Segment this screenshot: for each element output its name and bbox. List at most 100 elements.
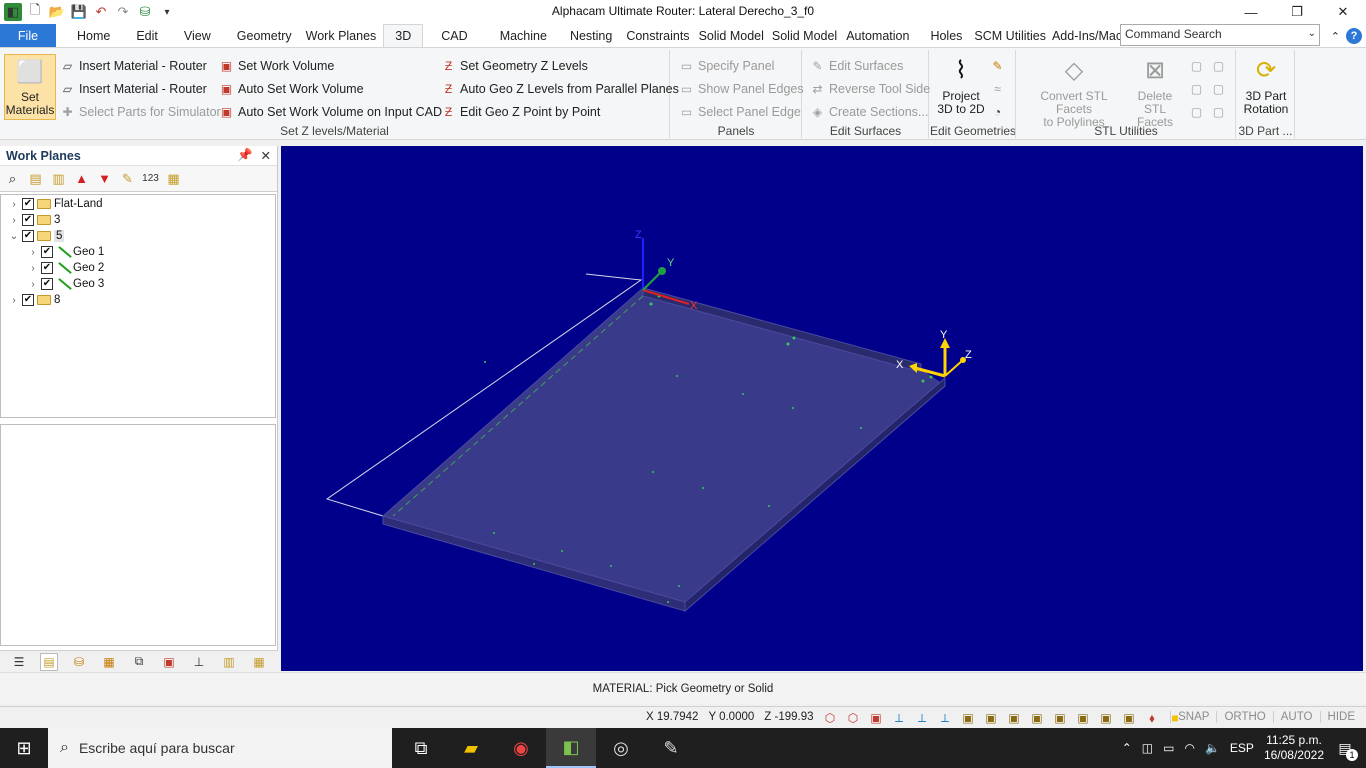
tab-solid-model-2[interactable]: Solid Model xyxy=(768,24,841,47)
tab-file[interactable]: File xyxy=(0,24,56,47)
pin-icon[interactable]: 📌 xyxy=(237,148,253,163)
save-icon[interactable]: 💾 xyxy=(70,3,88,21)
auto-set-work-volume-button[interactable]: ▣ Auto Set Work Volume xyxy=(219,81,364,96)
view-top-icon[interactable]: ⬡ xyxy=(845,710,861,726)
command-search-input[interactable]: Command Search ⌄ xyxy=(1120,24,1320,46)
close-icon[interactable]: ✕ xyxy=(261,148,271,163)
chrome-icon[interactable]: ◉ xyxy=(496,728,546,768)
specify-panel-button[interactable]: ▭ Specify Panel xyxy=(679,58,775,73)
meet-icon[interactable]: ◫ xyxy=(1142,741,1153,755)
tab-holes[interactable]: Holes xyxy=(921,24,971,47)
project-manager-tab-icon[interactable]: ☰ xyxy=(10,653,28,671)
nesting-tab-icon[interactable]: ▦ xyxy=(250,653,268,671)
tab-view[interactable]: View xyxy=(171,24,224,47)
new-icon[interactable]: 🗋 xyxy=(26,2,44,21)
tree-node[interactable]: › ✔ Flat-Land xyxy=(9,196,103,212)
edit-geo-icon-1[interactable]: ✎ xyxy=(990,58,1005,73)
edit-surfaces-button[interactable]: ✎ Edit Surfaces xyxy=(810,58,903,73)
expand-icon[interactable]: › xyxy=(28,279,38,290)
tab-3d[interactable]: 3D xyxy=(383,24,424,47)
notifications-icon[interactable]: ▤ 1 xyxy=(1334,737,1358,761)
project-3d-to-2d-button[interactable]: ⌇ Project 3D to 2D xyxy=(936,54,986,116)
battery-icon[interactable]: ▭ xyxy=(1163,741,1174,755)
insert-material-router-button[interactable]: ▱ Insert Material - Router xyxy=(60,58,207,73)
expand-icon[interactable]: › xyxy=(28,247,38,258)
select-panel-edge-button[interactable]: ▭ Select Panel Edge xyxy=(679,104,801,119)
auto-toggle[interactable]: AUTO xyxy=(1272,711,1320,723)
create-sections-button[interactable]: ◈ Create Sections... xyxy=(810,104,928,119)
tab-edit[interactable]: Edit xyxy=(123,24,171,47)
expand-icon[interactable]: › xyxy=(9,199,19,210)
checkbox[interactable]: ✔ xyxy=(22,294,34,306)
chevron-up-icon[interactable]: ⌃ xyxy=(1122,741,1132,755)
task-view-icon[interactable]: ⧉ xyxy=(396,728,446,768)
windows-start-icon[interactable]: ⊞ xyxy=(0,728,48,768)
hide-toggle[interactable]: HIDE xyxy=(1319,711,1362,723)
tab-cad[interactable]: CAD xyxy=(423,24,485,47)
work-planes-tab-icon[interactable]: ▤ xyxy=(40,652,58,671)
tab-nesting[interactable]: Nesting xyxy=(561,24,621,47)
tab-constraints[interactable]: Constraints xyxy=(621,24,694,47)
tab-automation[interactable]: Automation xyxy=(841,24,921,47)
cube-back-icon[interactable]: ▣ xyxy=(983,710,999,726)
cube-front-icon[interactable]: ▣ xyxy=(960,710,976,726)
tree-node[interactable]: › ✔ Geo 2 xyxy=(28,260,104,276)
checkbox[interactable]: ✔ xyxy=(22,230,34,242)
minimize-button[interactable]: — xyxy=(1228,0,1274,24)
view-iso-icon[interactable]: ⬡ xyxy=(822,710,838,726)
tab-solid-model[interactable]: Solid Model xyxy=(695,24,768,47)
sheets-tab-icon[interactable]: ▥ xyxy=(220,653,238,671)
stl-small-icon-2[interactable]: ▢ xyxy=(1211,58,1226,73)
new-workplane-icon[interactable]: ▤ xyxy=(27,170,44,187)
paint-app-icon[interactable]: ✎ xyxy=(646,728,696,768)
layers-tab-icon[interactable]: ▦ xyxy=(100,653,118,671)
checkbox[interactable]: ✔ xyxy=(41,278,53,290)
view-box-icon[interactable]: ▣ xyxy=(868,710,884,726)
tab-home[interactable]: Home xyxy=(56,24,123,47)
axis-zx-icon[interactable]: ⟂ xyxy=(937,710,953,726)
delete-stl-facets-button[interactable]: ⊠ Delete STL Facets xyxy=(1125,54,1185,129)
alphacam-icon[interactable]: ◧ xyxy=(546,728,596,768)
language-indicator[interactable]: ESP xyxy=(1230,741,1254,755)
cube-right-icon[interactable]: ▣ xyxy=(1029,710,1045,726)
tab-machine[interactable]: Machine xyxy=(486,24,561,47)
stl-small-icon-3[interactable]: ▢ xyxy=(1189,81,1204,96)
renumber-icon[interactable]: 123 xyxy=(142,170,159,187)
axis-xy-icon[interactable]: ⟂ xyxy=(891,710,907,726)
tab-scm-utilities[interactable]: SCM Utilities xyxy=(971,24,1049,47)
edit-geo-icon-3[interactable]: ◔ xyxy=(990,104,1005,119)
volume-icon[interactable]: 🔈 xyxy=(1205,741,1220,755)
find-icon[interactable]: ⌕ xyxy=(4,170,21,187)
properties-icon[interactable]: ▦ xyxy=(165,170,182,187)
dropdown-icon[interactable]: ▾ xyxy=(158,3,176,21)
stl-small-icon-6[interactable]: ▢ xyxy=(1211,104,1226,119)
media-app-icon[interactable]: ◎ xyxy=(596,728,646,768)
show-panel-edges-button[interactable]: ▭ Show Panel Edges xyxy=(679,81,804,96)
stl-small-icon-1[interactable]: ▢ xyxy=(1189,58,1204,73)
app-icon[interactable]: ◧ xyxy=(4,3,22,21)
snap-toggle[interactable]: SNAP xyxy=(1170,711,1216,723)
set-materials-button[interactable]: ⬜ Set Materials xyxy=(4,54,56,120)
tree-node[interactable]: › ✔ 3 xyxy=(9,212,60,228)
copy-workplane-icon[interactable]: ▥ xyxy=(50,170,67,187)
open-icon[interactable]: 📂 xyxy=(48,3,66,21)
tree-node[interactable]: ⌄ ✔ 5 xyxy=(9,228,65,244)
shade-icon[interactable]: ⬧ xyxy=(1144,710,1160,726)
stl-small-icon-4[interactable]: ▢ xyxy=(1211,81,1226,96)
cube-top-icon[interactable]: ▣ xyxy=(1052,710,1068,726)
help-icon[interactable]: ? xyxy=(1346,28,1362,44)
redo-icon[interactable]: ↷ xyxy=(114,3,132,21)
attributes-tab-icon[interactable]: ⛁ xyxy=(70,653,88,671)
chevron-up-icon[interactable]: ⌃ xyxy=(1331,30,1340,43)
reverse-tool-side-button[interactable]: ⇄ Reverse Tool Side xyxy=(810,81,930,96)
cube-iso-icon[interactable]: ▣ xyxy=(1098,710,1114,726)
insert-material-router-button-2[interactable]: ▱ Insert Material - Router xyxy=(60,81,207,96)
close-button[interactable]: ✕ xyxy=(1320,0,1366,24)
set-geometry-z-levels-button[interactable]: Ƶ Set Geometry Z Levels xyxy=(441,58,588,73)
expand-icon[interactable]: › xyxy=(9,295,19,306)
ortho-toggle[interactable]: ORTHO xyxy=(1216,711,1272,723)
chevron-down-icon[interactable]: ⌄ xyxy=(1308,28,1316,39)
auto-geo-z-levels-button[interactable]: Ƶ Auto Geo Z Levels from Parallel Planes xyxy=(441,81,679,96)
3d-part-rotation-button[interactable]: ⟳ 3D Part Rotation xyxy=(1240,54,1292,116)
file-explorer-icon[interactable]: ▰ xyxy=(446,728,496,768)
